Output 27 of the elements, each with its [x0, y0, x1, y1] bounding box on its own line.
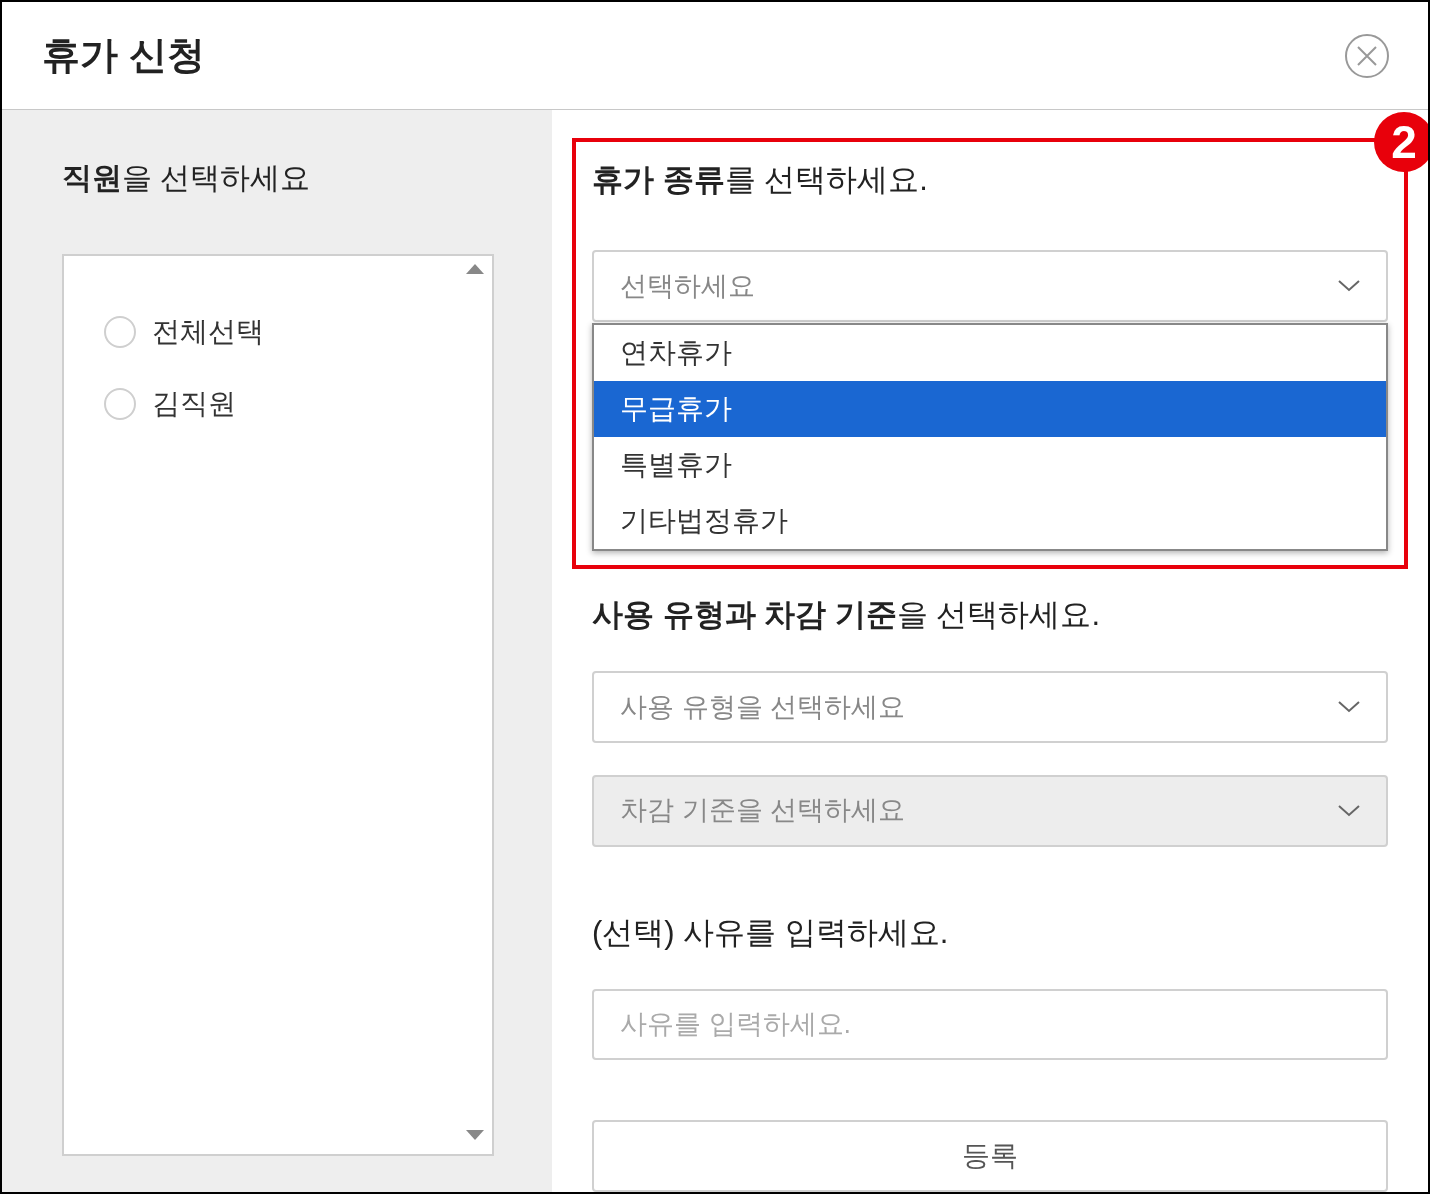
- select-placeholder: 사용 유형을 선택하세요: [620, 690, 905, 724]
- close-button[interactable]: [1344, 32, 1390, 79]
- reason-input-field[interactable]: 사유를 입력하세요.: [592, 988, 1388, 1061]
- dropdown-option[interactable]: 특별휴가: [594, 437, 1386, 493]
- select-placeholder: 차감 기준을 선택하세요: [620, 794, 905, 828]
- dropdown-select[interactable]: 선택하세요: [592, 250, 1388, 322]
- scroll-up-icon[interactable]: [466, 264, 484, 274]
- radio-button[interactable]: [104, 316, 136, 348]
- dialog-title: 휴가 신청: [42, 33, 205, 78]
- chevron-down-icon: [1338, 700, 1360, 713]
- section-heading: 휴가 종류를 선택하세요.: [592, 161, 929, 199]
- dropdown-option[interactable]: 기타법정휴가: [594, 493, 1386, 549]
- scroll-down-icon[interactable]: [466, 1130, 484, 1140]
- submit-button[interactable]: 등록: [592, 1120, 1388, 1192]
- section-heading: 직원을 선택하세요: [62, 160, 311, 196]
- radio-button[interactable]: [104, 388, 136, 420]
- employee-option[interactable]: 김직원: [152, 383, 236, 425]
- dropdown-option[interactable]: 연차휴가: [594, 325, 1386, 381]
- chevron-down-icon: [1338, 804, 1360, 817]
- dropdown-option[interactable]: 무급휴가: [594, 381, 1386, 437]
- step-badge: 2: [1374, 112, 1428, 172]
- select-placeholder: 선택하세요: [620, 269, 755, 303]
- dropdown-select[interactable]: 사용 유형을 선택하세요: [592, 671, 1388, 743]
- section-heading: 사용 유형과 차감 기준을 선택하세요.: [592, 596, 1101, 634]
- employee-option[interactable]: 전체선택: [152, 311, 264, 353]
- chevron-down-icon: [1338, 280, 1360, 292]
- section-heading: (선택) 사유를 입력하세요.: [592, 913, 949, 952]
